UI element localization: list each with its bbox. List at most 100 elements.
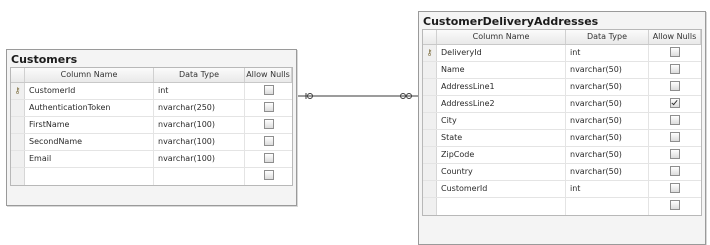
table-title-delivery: CustomerDeliveryAddresses — [423, 15, 599, 28]
allow-nulls-cell — [649, 147, 701, 163]
column-name-cell[interactable]: Email — [25, 151, 154, 167]
column-row[interactable]: CustomerId int — [423, 181, 701, 198]
row-selector[interactable] — [11, 168, 25, 185]
data-type-cell[interactable]: int — [154, 83, 245, 99]
column-row[interactable] — [11, 168, 292, 185]
column-name-cell[interactable]: ZipCode — [437, 147, 566, 163]
column-name-cell[interactable]: FirstName — [25, 117, 154, 133]
column-name-cell[interactable]: AddressLine1 — [437, 79, 566, 95]
allow-nulls-checkbox[interactable] — [263, 101, 274, 112]
data-type-cell[interactable]: int — [566, 181, 649, 197]
column-row[interactable]: Country nvarchar(50) — [423, 164, 701, 181]
data-type-cell[interactable]: nvarchar(100) — [154, 117, 245, 133]
column-name-cell[interactable] — [25, 168, 154, 185]
column-name-cell[interactable] — [437, 198, 566, 215]
data-type-cell[interactable]: nvarchar(250) — [154, 100, 245, 116]
data-type-cell[interactable]: int — [566, 45, 649, 61]
column-name-cell[interactable]: DeliveryId — [437, 45, 566, 61]
allow-nulls-cell — [245, 151, 292, 167]
data-type-cell[interactable]: nvarchar(50) — [566, 147, 649, 163]
allow-nulls-checkbox[interactable] — [263, 169, 274, 180]
allow-nulls-checkbox[interactable] — [670, 80, 680, 91]
column-name-cell[interactable]: AuthenticationToken — [25, 100, 154, 116]
row-selector[interactable] — [11, 100, 25, 116]
row-selector[interactable] — [423, 147, 437, 163]
table-customers[interactable]: Customers Column Name Data Type Allow Nu… — [6, 49, 297, 206]
data-type-cell[interactable]: nvarchar(100) — [154, 151, 245, 167]
column-row[interactable] — [423, 198, 701, 215]
row-selector[interactable] — [423, 96, 437, 112]
data-type-cell[interactable] — [154, 168, 245, 185]
column-row[interactable]: ZipCode nvarchar(50) — [423, 147, 701, 164]
row-selector[interactable] — [423, 113, 437, 129]
column-row[interactable]: SecondName nvarchar(100) — [11, 134, 292, 151]
data-type-cell[interactable]: nvarchar(50) — [566, 130, 649, 146]
column-name-cell[interactable]: City — [437, 113, 566, 129]
row-selector[interactable]: ⚷ — [423, 45, 437, 61]
allow-nulls-checkbox[interactable] — [670, 97, 680, 108]
allow-nulls-checkbox[interactable] — [670, 63, 680, 74]
row-selector[interactable] — [423, 79, 437, 95]
grid-header: Column Name Data Type Allow Nulls — [11, 68, 292, 83]
data-type-cell[interactable]: nvarchar(50) — [566, 164, 649, 180]
column-row[interactable]: ⚷ CustomerId int — [11, 83, 292, 100]
column-row[interactable]: AuthenticationToken nvarchar(250) — [11, 100, 292, 117]
row-selector[interactable] — [423, 130, 437, 146]
row-selector[interactable] — [423, 181, 437, 197]
column-name-cell[interactable]: State — [437, 130, 566, 146]
allow-nulls-checkbox[interactable] — [670, 148, 680, 159]
column-name-cell[interactable]: Country — [437, 164, 566, 180]
column-grid-customers: Column Name Data Type Allow Nulls ⚷ Custo… — [10, 67, 293, 186]
allow-nulls-checkbox[interactable] — [263, 152, 274, 163]
allow-nulls-cell — [649, 181, 701, 197]
column-row[interactable]: City nvarchar(50) — [423, 113, 701, 130]
table-title-customers: Customers — [11, 53, 78, 66]
row-selector[interactable] — [423, 198, 437, 215]
column-row[interactable]: Name nvarchar(50) — [423, 62, 701, 79]
allow-nulls-checkbox[interactable] — [670, 114, 680, 125]
allow-nulls-checkbox[interactable] — [670, 131, 680, 142]
header-column-name: Column Name — [25, 68, 154, 82]
primary-key-icon: ⚷ — [426, 48, 433, 57]
data-type-cell[interactable]: nvarchar(50) — [566, 79, 649, 95]
row-selector[interactable] — [11, 134, 25, 150]
allow-nulls-checkbox[interactable] — [670, 182, 680, 193]
allow-nulls-cell — [649, 45, 701, 61]
allow-nulls-cell — [245, 83, 292, 99]
allow-nulls-checkbox[interactable] — [263, 118, 274, 129]
row-selector-header — [11, 68, 25, 82]
allow-nulls-cell — [649, 79, 701, 95]
allow-nulls-checkbox[interactable] — [670, 199, 680, 210]
data-type-cell[interactable]: nvarchar(50) — [566, 62, 649, 78]
table-customer-delivery-addresses[interactable]: CustomerDeliveryAddresses Column Name Da… — [418, 11, 706, 245]
column-name-cell[interactable]: AddressLine2 — [437, 96, 566, 112]
column-name-cell[interactable]: CustomerId — [437, 181, 566, 197]
column-row[interactable]: FirstName nvarchar(100) — [11, 117, 292, 134]
data-type-cell[interactable] — [566, 198, 649, 215]
row-selector[interactable]: ⚷ — [11, 83, 25, 99]
row-selector[interactable] — [11, 151, 25, 167]
column-row[interactable]: State nvarchar(50) — [423, 130, 701, 147]
column-name-cell[interactable]: CustomerId — [25, 83, 154, 99]
data-type-cell[interactable]: nvarchar(50) — [566, 113, 649, 129]
allow-nulls-cell — [245, 117, 292, 133]
column-row[interactable]: AddressLine2 nvarchar(50) — [423, 96, 701, 113]
column-name-cell[interactable]: Name — [437, 62, 566, 78]
allow-nulls-cell — [649, 62, 701, 78]
allow-nulls-cell — [649, 198, 701, 215]
data-type-cell[interactable]: nvarchar(100) — [154, 134, 245, 150]
data-type-cell[interactable]: nvarchar(50) — [566, 96, 649, 112]
column-row[interactable]: AddressLine1 nvarchar(50) — [423, 79, 701, 96]
header-allow-nulls: Allow Nulls — [245, 68, 292, 82]
column-name-cell[interactable]: SecondName — [25, 134, 154, 150]
allow-nulls-checkbox[interactable] — [263, 84, 274, 95]
row-selector[interactable] — [423, 62, 437, 78]
allow-nulls-checkbox[interactable] — [670, 46, 680, 57]
allow-nulls-checkbox[interactable] — [670, 165, 680, 176]
column-row[interactable]: ⚷ DeliveryId int — [423, 45, 701, 62]
row-selector[interactable] — [423, 164, 437, 180]
allow-nulls-checkbox[interactable] — [263, 135, 274, 146]
row-selector[interactable] — [11, 117, 25, 133]
column-row[interactable]: Email nvarchar(100) — [11, 151, 292, 168]
allow-nulls-cell — [245, 168, 292, 185]
